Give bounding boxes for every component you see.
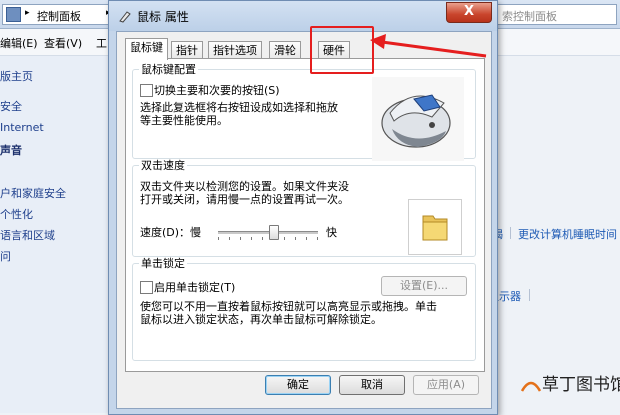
mouse-icon <box>381 94 451 148</box>
link-change-sleep[interactable]: 更改计算机睡眠时间 <box>518 226 617 242</box>
ok-button[interactable]: 确定 <box>265 375 331 395</box>
search-input[interactable]: 索控制面板 <box>497 4 617 25</box>
double-click-description-line1: 双击文件夹以检测您的设置。如果文件夹没 <box>140 180 349 193</box>
sidebar-item-home[interactable]: 版主页 <box>0 68 33 84</box>
switch-buttons-label[interactable]: 切换主要和次要的按钮(S) <box>154 84 280 97</box>
slider-tick <box>295 237 296 240</box>
speed-slow-label: 速度(D)：慢 <box>140 226 202 239</box>
speed-slider-thumb[interactable] <box>269 225 279 240</box>
slider-tick <box>229 237 230 240</box>
menu-view[interactable]: 查看(V) <box>44 35 82 51</box>
tab-pointer-options[interactable]: 指针选项 <box>208 41 262 59</box>
slider-tick <box>251 237 252 240</box>
apply-button[interactable]: 应用(A) <box>413 375 479 395</box>
sidebar-item-other[interactable]: 问 <box>0 248 11 264</box>
menu-edit[interactable]: 编辑(E) <box>0 35 38 51</box>
sidebar-item-personalization[interactable]: 个性化 <box>0 206 33 222</box>
watermark-text: 草丁图书馆 <box>542 375 620 395</box>
sidebar: 版主页 安全 Internet 声音 户和家庭安全 个性化 语言和区域 问 <box>0 56 110 413</box>
double-click-description-line2: 打开或关闭，请用慢一点的设置再试一次。 <box>140 193 349 206</box>
annotation-arrow-icon <box>370 34 487 58</box>
click-lock-label[interactable]: 启用单击锁定(T) <box>154 281 235 294</box>
mouse-illustration <box>372 77 464 161</box>
mouse-properties-dialog: 鼠标 属性 X 鼠标键 指针 指针选项 滑轮 硬件 鼠标键配置 切换主要和次要的… <box>108 0 498 415</box>
link-separator <box>529 289 530 301</box>
sidebar-item-security[interactable]: 安全 <box>0 98 22 114</box>
dialog-client-area: 鼠标键 指针 指针选项 滑轮 硬件 鼠标键配置 切换主要和次要的按钮(S) 选择… <box>116 31 492 409</box>
click-lock-checkbox[interactable] <box>140 281 153 294</box>
chevron-right-icon[interactable]: ▸ <box>25 8 30 18</box>
double-click-legend: 双击速度 <box>141 159 185 172</box>
breadcrumb-box[interactable]: ▸ 控制面板 ▸ <box>2 4 122 25</box>
switch-description-line2: 等主要性能使用。 <box>140 114 228 127</box>
tab-pointers[interactable]: 指针 <box>171 41 203 59</box>
close-button[interactable]: X <box>446 2 492 23</box>
slider-tick <box>218 237 219 240</box>
click-lock-settings-button[interactable]: 设置(E)... <box>381 276 467 296</box>
slider-tick <box>240 237 241 240</box>
watermark-logo-icon <box>520 381 542 392</box>
mouse-pointer-icon <box>119 11 131 23</box>
sidebar-item-sound[interactable]: 声音 <box>0 142 22 158</box>
sidebar-item-internet[interactable]: Internet <box>0 121 44 134</box>
title-bar[interactable]: 鼠标 属性 X <box>109 1 497 31</box>
tab-buttons[interactable]: 鼠标键 <box>125 38 168 60</box>
folder-icon[interactable] <box>409 200 461 254</box>
sidebar-item-family-safety[interactable]: 户和家庭安全 <box>0 185 66 201</box>
menu-tools[interactable]: 工 <box>96 35 107 51</box>
switch-buttons-checkbox[interactable] <box>140 84 153 97</box>
watermark: 草丁图书馆 <box>520 370 620 395</box>
tab-wheel[interactable]: 滑轮 <box>269 41 301 59</box>
speed-slider-track[interactable] <box>218 231 318 234</box>
click-lock-description-line2: 鼠标以进入锁定状态，再次单击鼠标可解除锁定。 <box>140 313 382 326</box>
click-lock-legend: 单击锁定 <box>141 257 185 270</box>
speed-fast-label: 快 <box>326 226 337 239</box>
breadcrumb-control-panel[interactable]: 控制面板 <box>37 8 81 24</box>
sidebar-item-region[interactable]: 语言和区域 <box>0 227 55 243</box>
hardware-tab-highlight <box>310 26 374 74</box>
click-lock-description-line1: 使您可以不用一直按着鼠标按钮就可以高亮显示或拖拽。单击 <box>140 300 437 313</box>
link-separator <box>510 227 511 239</box>
switch-description-line1: 选择此复选框将右按钮设成如选择和拖放 <box>140 101 338 114</box>
slider-tick <box>317 237 318 240</box>
dialog-title: 鼠标 属性 <box>137 10 189 24</box>
slider-tick <box>262 237 263 240</box>
control-panel-icon <box>6 7 21 22</box>
slider-tick <box>306 237 307 240</box>
cancel-button[interactable]: 取消 <box>339 375 405 395</box>
slider-tick <box>284 237 285 240</box>
tab-panel-buttons: 鼠标键配置 切换主要和次要的按钮(S) 选择此复选框将右按钮设成如选择和拖放 等… <box>125 58 485 372</box>
button-config-legend: 鼠标键配置 <box>141 63 196 76</box>
search-placeholder: 索控制面板 <box>502 10 557 23</box>
double-click-test-area[interactable] <box>408 199 462 255</box>
